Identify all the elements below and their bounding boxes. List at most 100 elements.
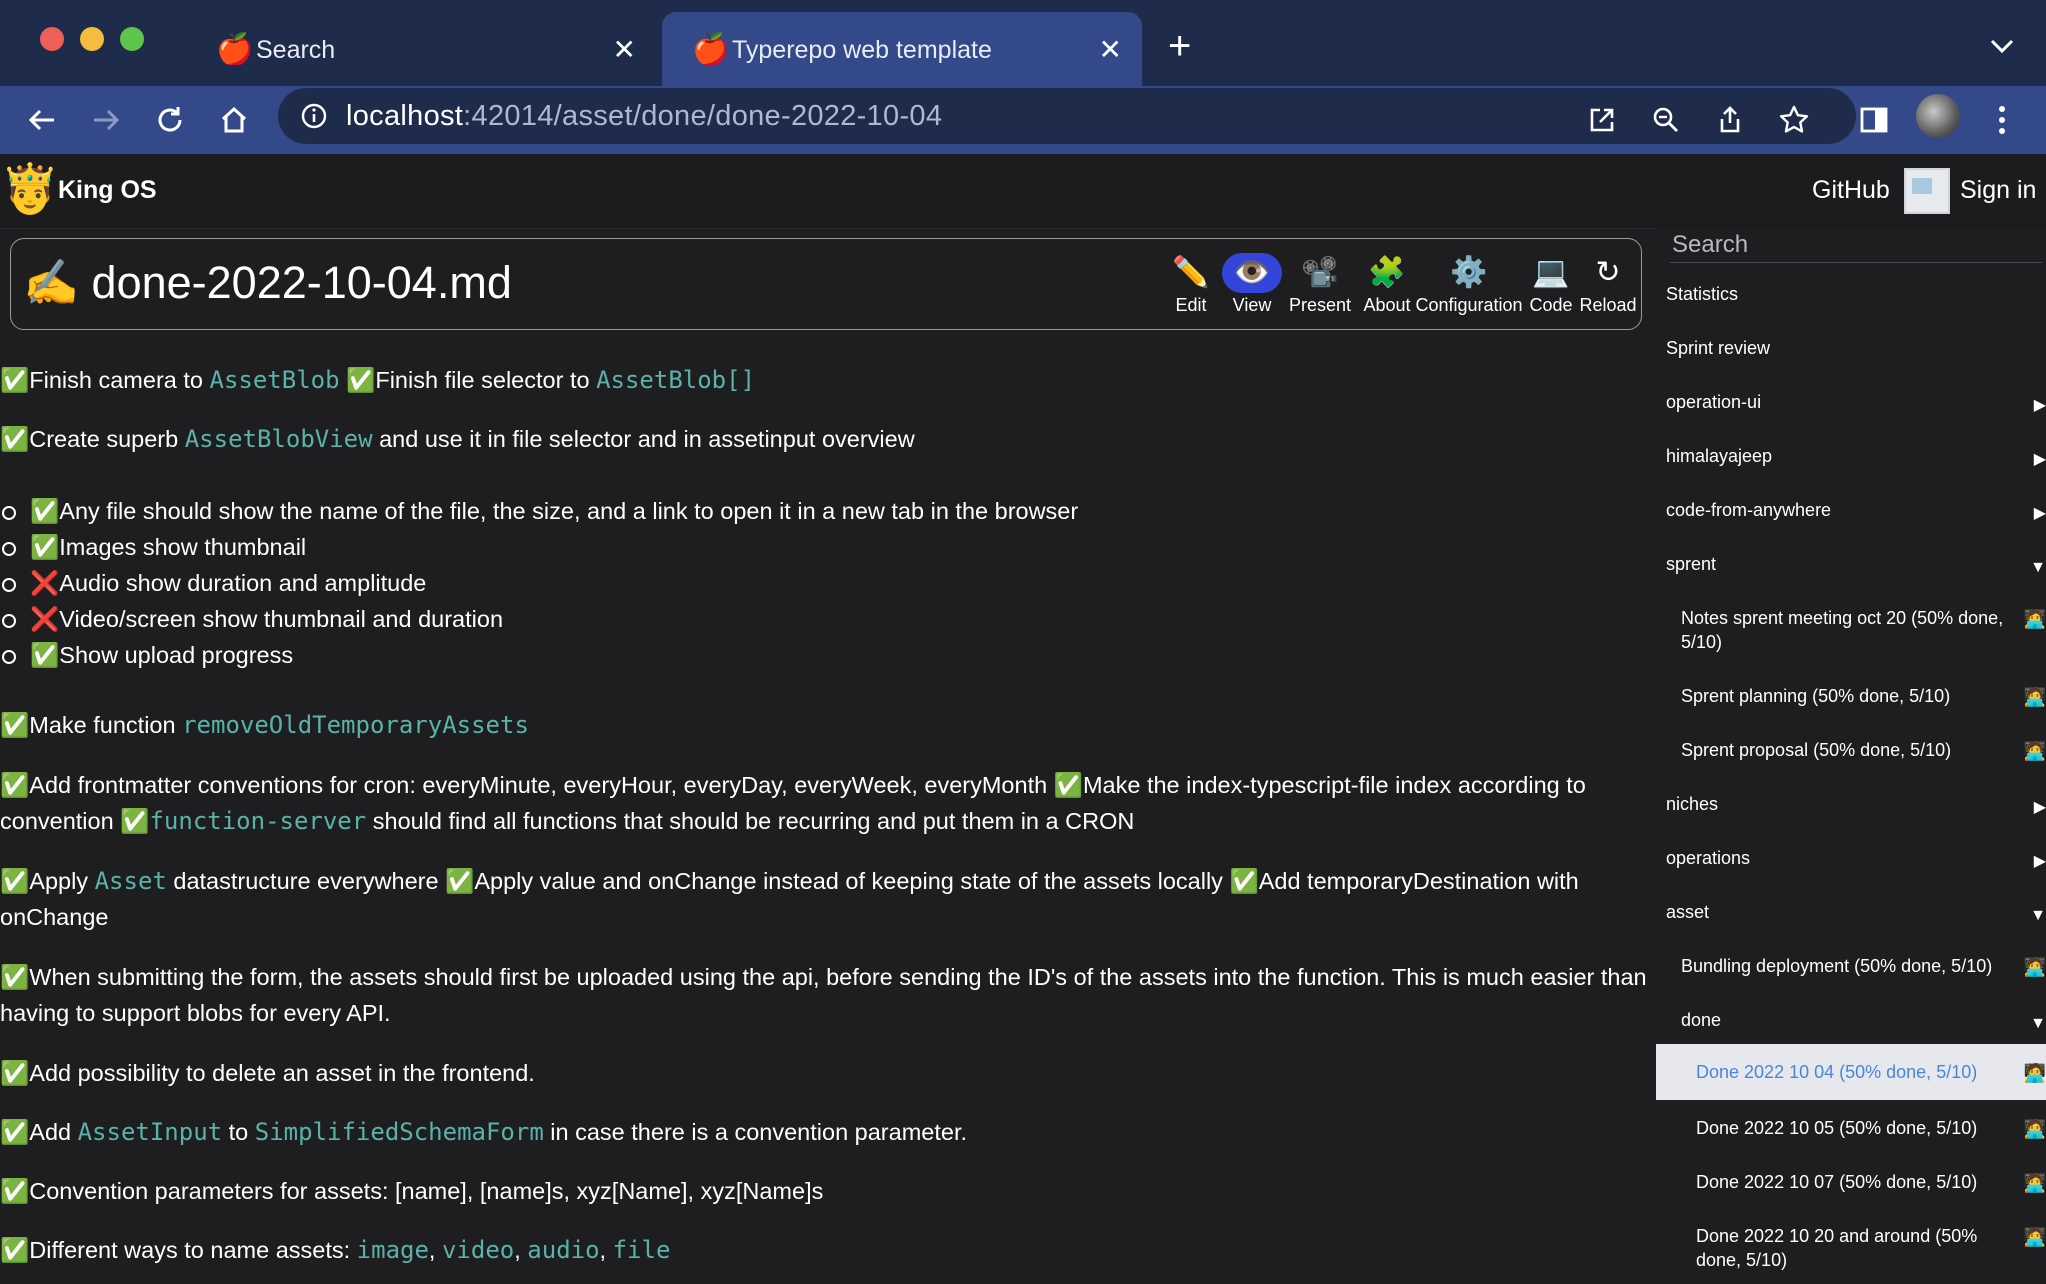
sidebar-item-done-2022-10-04[interactable]: Done 2022 10 04 (50% done, 5/10) 🧑‍💻 (1656, 1044, 2046, 1100)
browser-menu-icon[interactable] (1982, 100, 2022, 140)
new-tab-icon[interactable]: + (1168, 24, 1191, 68)
sidebar-item-label: code-from-anywhere (1666, 500, 1832, 520)
sidebar-item-operation-ui[interactable]: operation-ui ▶ (1656, 386, 2046, 422)
sidebar-item-sprent-proposal[interactable]: Sprent proposal (50% done, 5/10) 🧑‍💻 (1656, 734, 2046, 770)
user-avatar[interactable] (1904, 168, 1950, 214)
person-coding-icon: 🧑‍💻 (2023, 1119, 2046, 1139)
checkmark-icon: ✅ (1229, 868, 1259, 894)
bookmark-star-icon[interactable] (1774, 100, 1814, 140)
paragraph: ✅Finish camera to AssetBlob ✅Finish file… (0, 366, 756, 394)
app-brand[interactable]: King OS (58, 174, 157, 206)
paragraph: ✅Convention parameters for assets: [name… (0, 1178, 824, 1204)
list-item: ✅Images show thumbnail (0, 529, 306, 565)
sidebar: Statistics Sprint review operation-ui ▶ … (1656, 228, 2046, 1284)
sidebar-item-statistics[interactable]: Statistics (1656, 278, 2046, 314)
sidebar-item-label: Sprent proposal (50% done, 5/10) (1681, 740, 1952, 760)
window-minimize-dot[interactable] (80, 27, 104, 51)
list-item: ✅Show upload progress (0, 637, 293, 673)
code-button[interactable]: 💻 Code (1523, 253, 1579, 317)
url-text[interactable]: localhost:42014/asset/done/done-2022-10-… (346, 96, 942, 136)
gear-icon: ⚙️ (1450, 256, 1488, 289)
tab-list-chevron-down-icon[interactable] (1984, 28, 2020, 64)
browser-tab-typerepo[interactable]: 🍎 Typerepo web template ✕ (662, 12, 1142, 86)
configuration-label: Configuration (1415, 295, 1523, 315)
tab-favicon-icon: 🍎 (692, 33, 730, 66)
person-coding-icon: 🧑‍💻 (2023, 1063, 2046, 1083)
list-item: ✅Any file should show the name of the fi… (0, 493, 1078, 529)
puzzle-icon: 🧩 (1368, 256, 1406, 289)
checkmark-icon: ✅ (0, 1119, 30, 1145)
window-maximize-dot[interactable] (120, 27, 144, 51)
edit-button[interactable]: ✏️ Edit (1161, 253, 1221, 317)
bullet (2, 541, 16, 556)
forward-arrow-icon[interactable] (86, 100, 126, 140)
sidebar-item-label: Notes sprent meeting oct 20 (50% done, 5… (1681, 608, 2004, 652)
sidebar-item-asset[interactable]: asset ▼ (1656, 896, 2046, 932)
sidebar-item-label: Done 2022 10 07 (50% done, 5/10) (1696, 1172, 1978, 1192)
checkmark-icon: ✅ (0, 964, 30, 990)
sidebar-item-label: himalayajeep (1666, 446, 1773, 466)
paragraph: ✅Create superb AssetBlobView and use it … (0, 425, 915, 453)
collapse-triangle-icon[interactable]: ▼ (2030, 1014, 2046, 1034)
sidebar-item-done-2022-10-05[interactable]: Done 2022 10 05 (50% done, 5/10) 🧑‍💻 (1656, 1112, 2046, 1148)
reload-button[interactable]: ↻ Reload (1573, 253, 1643, 317)
person-coding-icon: 🧑‍💻 (2023, 741, 2046, 761)
browser-profile-avatar[interactable] (1916, 94, 1960, 138)
sidebar-item-sprent-planning[interactable]: Sprent planning (50% done, 5/10) 🧑‍💻 (1656, 680, 2046, 716)
zoom-icon[interactable] (1646, 100, 1686, 140)
tab-close-icon[interactable]: ✕ (1099, 32, 1122, 68)
home-icon[interactable] (214, 100, 254, 140)
github-link[interactable]: GitHub (1812, 174, 1890, 206)
sidebar-item-sprint-review[interactable]: Sprint review (1656, 332, 2046, 368)
sidebar-item-done-2022-10-07[interactable]: Done 2022 10 07 (50% done, 5/10) 🧑‍💻 (1656, 1166, 2046, 1202)
open-in-new-window-icon[interactable] (1582, 100, 1622, 140)
checkmark-icon: ✅ (445, 868, 475, 894)
sidebar-item-label: Sprent planning (50% done, 5/10) (1681, 686, 1951, 706)
paragraph: ✅Different ways to name assets: image, v… (0, 1236, 671, 1264)
expand-triangle-icon[interactable]: ▶ (2034, 852, 2046, 872)
inline-code: file (612, 1236, 671, 1264)
expand-triangle-icon[interactable]: ▶ (2034, 396, 2046, 416)
pencil-icon: ✏️ (1172, 256, 1210, 289)
sidebar-item-niches[interactable]: niches ▶ (1656, 788, 2046, 824)
sidebar-item-notes-sprent-meeting[interactable]: Notes sprent meeting oct 20 (50% done, 5… (1656, 602, 2046, 662)
sidebar-item-done-2022-10-20[interactable]: Done 2022 10 20 and around (50% done, 5/… (1656, 1220, 2046, 1280)
sidebar-item-sprent[interactable]: sprent ▼ (1656, 548, 2046, 584)
expand-triangle-icon[interactable]: ▶ (2034, 798, 2046, 818)
reload-icon[interactable] (150, 100, 190, 140)
inline-code: AssetBlobView (184, 425, 373, 453)
checkmark-icon: ✅ (0, 367, 30, 393)
side-panel-icon[interactable] (1854, 100, 1894, 140)
sidebar-item-code-from-anywhere[interactable]: code-from-anywhere ▶ (1656, 494, 2046, 530)
back-arrow-icon[interactable] (22, 100, 62, 140)
sign-in-link[interactable]: Sign in (1960, 174, 2036, 206)
inline-code: video (441, 1236, 515, 1264)
present-label: Present (1288, 295, 1352, 315)
expand-triangle-icon[interactable]: ▶ (2034, 504, 2046, 524)
present-button[interactable]: 📽️ Present (1275, 253, 1365, 317)
collapse-triangle-icon[interactable]: ▼ (2030, 906, 2046, 926)
edit-label: Edit (1175, 295, 1207, 315)
sidebar-item-operations[interactable]: operations ▶ (1656, 842, 2046, 878)
about-button[interactable]: 🧩 About (1357, 253, 1417, 317)
checkmark-icon: ✅ (0, 772, 30, 798)
person-coding-icon: 🧑‍💻 (2023, 957, 2046, 977)
site-info-icon[interactable] (300, 102, 328, 135)
bullet (2, 613, 16, 628)
tab-close-icon[interactable]: ✕ (613, 32, 636, 68)
search-input[interactable] (1670, 228, 2046, 262)
sidebar-item-done[interactable]: done ▼ (1656, 1004, 2046, 1040)
share-icon[interactable] (1710, 100, 1750, 140)
sidebar-item-bundling-deployment[interactable]: Bundling deployment (50% done, 5/10) 🧑‍💻 (1656, 950, 2046, 986)
collapse-triangle-icon[interactable]: ▼ (2030, 558, 2046, 578)
expand-triangle-icon[interactable]: ▶ (2034, 450, 2046, 470)
inline-code: image (356, 1236, 429, 1264)
window-close-dot[interactable] (40, 27, 64, 51)
checkmark-icon: ✅ (0, 426, 30, 452)
sidebar-item-himalayajeep[interactable]: himalayajeep ▶ (1656, 440, 2046, 476)
configuration-button[interactable]: ⚙️ Configuration (1409, 253, 1529, 317)
browser-tab-search[interactable]: 🍎 Search ✕ (186, 12, 656, 86)
paragraph: ✅Apply Asset datastructure everywhere ✅A… (0, 867, 1579, 930)
king-logo-icon[interactable]: 🤴 (0, 164, 60, 216)
sidebar-item-label: Bundling deployment (50% done, 5/10) (1681, 956, 1993, 976)
